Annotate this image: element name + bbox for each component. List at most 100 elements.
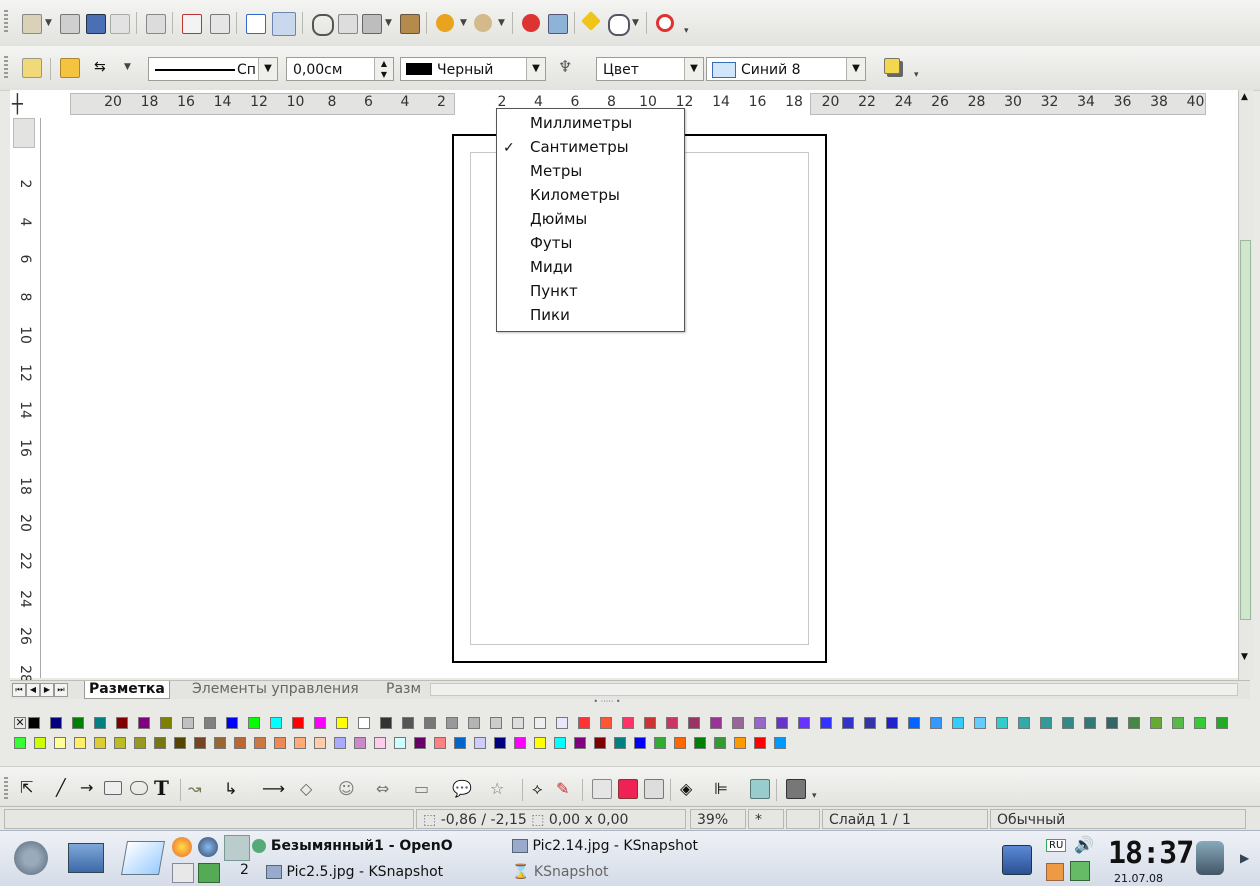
- color-swatch[interactable]: [274, 737, 286, 749]
- color-swatch[interactable]: [1172, 717, 1184, 729]
- color-swatch[interactable]: [594, 737, 606, 749]
- color-swatch[interactable]: [454, 737, 466, 749]
- color-swatch[interactable]: [14, 737, 26, 749]
- clone-formatting-icon[interactable]: [400, 14, 420, 34]
- color-swatch[interactable]: [908, 717, 920, 729]
- copy-icon[interactable]: [338, 14, 358, 34]
- ellipse-icon[interactable]: [130, 781, 148, 795]
- tab-controls[interactable]: Элементы управления: [188, 681, 363, 698]
- redo-dropdown-icon[interactable]: ▼: [498, 18, 505, 28]
- color-swatch[interactable]: [714, 737, 726, 749]
- color-swatch[interactable]: [474, 737, 486, 749]
- trash-icon[interactable]: [1196, 841, 1224, 875]
- tab-first-icon[interactable]: ⏮: [12, 683, 26, 697]
- scroll-up-icon[interactable]: ▲: [1241, 92, 1248, 102]
- color-swatch[interactable]: [1106, 717, 1118, 729]
- line-width-spin-icon[interactable]: ▲ ▼: [374, 58, 393, 80]
- area-color-dropdown-icon[interactable]: ▼: [846, 58, 865, 80]
- color-swatch[interactable]: [1084, 717, 1096, 729]
- help-icon[interactable]: [656, 14, 674, 32]
- color-swatch[interactable]: [194, 737, 206, 749]
- color-swatch[interactable]: [424, 717, 436, 729]
- color-swatch[interactable]: [1194, 717, 1206, 729]
- gallery-tool-icon[interactable]: [644, 779, 664, 799]
- print-icon[interactable]: [210, 14, 230, 34]
- color-swatch[interactable]: [160, 717, 172, 729]
- color-swatch[interactable]: [446, 717, 458, 729]
- language-indicator[interactable]: RU: [1046, 839, 1067, 852]
- notes-icon[interactable]: [172, 863, 194, 883]
- no-fill-icon[interactable]: ✕: [14, 717, 26, 729]
- align-icon[interactable]: ⊫: [714, 779, 732, 798]
- color-swatch[interactable]: [578, 717, 590, 729]
- redo-icon[interactable]: [474, 14, 492, 32]
- color-swatch[interactable]: [494, 737, 506, 749]
- new-dropdown-icon[interactable]: ▼: [45, 18, 52, 28]
- line-style-select[interactable]: Сп ▼: [148, 57, 278, 81]
- shadow-icon[interactable]: [884, 58, 900, 74]
- tab-last-icon[interactable]: ⏭: [54, 683, 68, 697]
- color-swatch[interactable]: [1040, 717, 1052, 729]
- area-style-dropdown-icon[interactable]: ▼: [684, 58, 703, 80]
- save-tray-icon[interactable]: [1002, 845, 1032, 875]
- zoom-icon[interactable]: [608, 14, 630, 36]
- vertical-scrollbar[interactable]: ▲ ▼: [1238, 90, 1253, 680]
- tab-dimensions[interactable]: Разм: [382, 681, 432, 698]
- block-arrows-icon[interactable]: ⇔: [376, 779, 394, 798]
- chart-icon[interactable]: [522, 14, 540, 32]
- color-swatch[interactable]: [94, 737, 106, 749]
- line-icon[interactable]: [60, 58, 80, 78]
- color-swatch[interactable]: [930, 717, 942, 729]
- color-swatch[interactable]: [1018, 717, 1030, 729]
- undo-icon[interactable]: [436, 14, 454, 32]
- menu-item-millimeters[interactable]: Миллиметры: [530, 111, 632, 135]
- area-style-select[interactable]: Цвет ▼: [596, 57, 704, 81]
- color-swatch[interactable]: [468, 717, 480, 729]
- area-icon[interactable]: ♆: [558, 58, 576, 76]
- from-file-icon[interactable]: [618, 779, 638, 799]
- color-swatch[interactable]: [154, 737, 166, 749]
- color-swatch[interactable]: [248, 717, 260, 729]
- spellcheck-icon[interactable]: [246, 14, 266, 34]
- styles-icon[interactable]: [22, 58, 42, 78]
- line-tool-icon[interactable]: ╱: [56, 779, 74, 797]
- workspace-number[interactable]: 2: [240, 859, 249, 881]
- color-swatch[interactable]: [820, 717, 832, 729]
- cut-icon[interactable]: [312, 14, 334, 36]
- save-icon[interactable]: [86, 14, 106, 34]
- gallery-icon[interactable]: [581, 11, 601, 31]
- color-swatch[interactable]: [374, 737, 386, 749]
- color-swatch[interactable]: [688, 717, 700, 729]
- menu-item-points[interactable]: Пункт: [530, 279, 578, 303]
- thunderbird-icon[interactable]: [198, 837, 218, 857]
- extrusion-icon[interactable]: [786, 779, 806, 799]
- fontwork-icon[interactable]: [592, 779, 612, 799]
- color-swatch[interactable]: [674, 737, 686, 749]
- vertical-ruler[interactable]: 2 4 6 8 10 12 14 16 18 20 22 24 26 28: [10, 118, 41, 683]
- color-swatch[interactable]: [1128, 717, 1140, 729]
- color-swatch[interactable]: [270, 717, 282, 729]
- color-swatch[interactable]: [254, 737, 266, 749]
- flowchart-icon[interactable]: ▭: [414, 779, 432, 798]
- color-swatch[interactable]: [774, 737, 786, 749]
- color-swatch[interactable]: [28, 717, 40, 729]
- rotate-icon[interactable]: ◈: [680, 779, 698, 798]
- color-swatch[interactable]: [974, 717, 986, 729]
- color-swatch[interactable]: [654, 737, 666, 749]
- color-swatch[interactable]: [1216, 717, 1228, 729]
- color-swatch[interactable]: [534, 717, 546, 729]
- color-swatch[interactable]: [600, 717, 612, 729]
- color-swatch[interactable]: [732, 717, 744, 729]
- color-swatch[interactable]: [204, 717, 216, 729]
- color-swatch[interactable]: [134, 737, 146, 749]
- navigator-icon[interactable]: [548, 14, 568, 34]
- color-swatch[interactable]: [94, 717, 106, 729]
- color-swatch[interactable]: [996, 717, 1008, 729]
- rectangle-icon[interactable]: [104, 781, 122, 795]
- color-swatch[interactable]: [952, 717, 964, 729]
- open-icon[interactable]: [60, 14, 80, 34]
- connector-icon[interactable]: ↳: [224, 779, 242, 798]
- menu-item-kilometers[interactable]: Километры: [530, 183, 620, 207]
- splitter-handle[interactable]: • ····· •: [592, 698, 622, 706]
- task-ksnapshot-2[interactable]: Pic2.5.jpg - KSnapshot: [266, 861, 443, 883]
